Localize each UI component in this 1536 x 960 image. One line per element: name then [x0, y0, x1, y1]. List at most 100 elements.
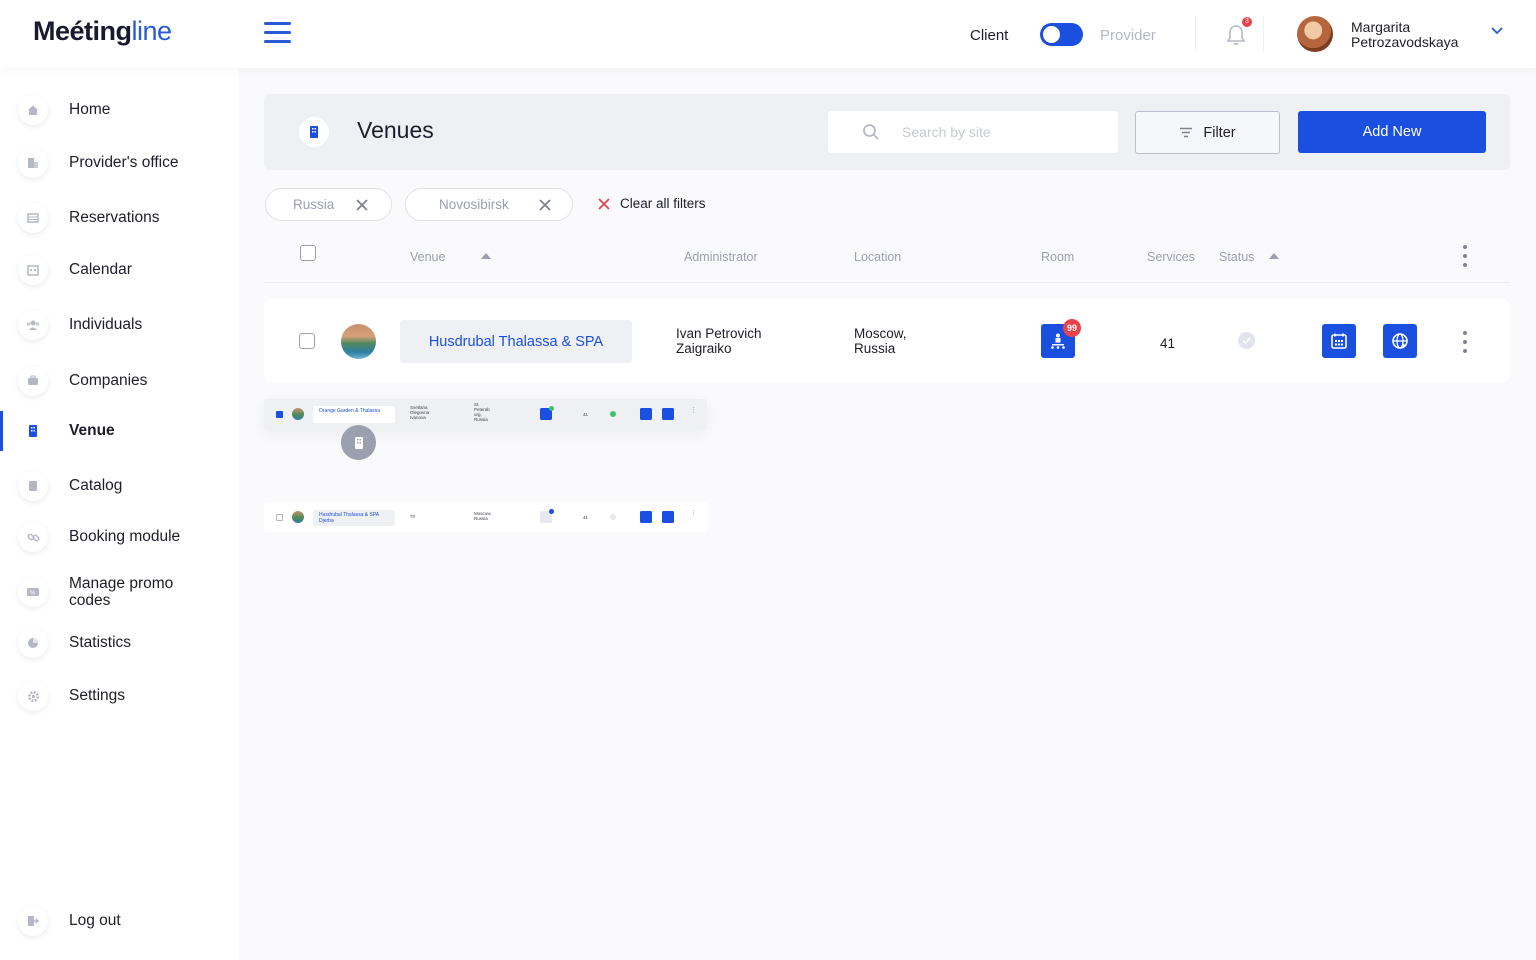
avatar[interactable] — [1297, 16, 1333, 52]
row-more-icon[interactable] — [1462, 331, 1468, 353]
services-count: 41 — [583, 412, 589, 417]
column-header-administrator: Administrator — [684, 250, 758, 264]
venue-icon — [354, 436, 363, 449]
notification-badge: 3 — [1242, 17, 1252, 27]
services-count: 41 — [583, 515, 589, 520]
globe-icon — [1392, 333, 1408, 349]
role-provider-label: Provider — [1100, 27, 1156, 44]
sidebar-item-catalog[interactable]: Catalog — [0, 466, 239, 506]
location-text: Moscow, Russia — [854, 326, 907, 356]
status-check-icon — [610, 514, 616, 520]
search-input[interactable] — [902, 122, 1102, 142]
venue-name-link[interactable]: Husdrubal Thalassa & SPA — [400, 320, 632, 363]
sort-icon[interactable] — [481, 253, 491, 259]
drag-preview-row[interactable]: Orange Garden & Thalassa Svetlana Olegov… — [264, 399, 707, 430]
select-all-checkbox[interactable] — [300, 245, 316, 261]
role-toggle[interactable] — [1040, 23, 1083, 46]
divider — [1195, 16, 1196, 52]
close-icon[interactable] — [539, 199, 551, 211]
venue-name-link: Orange Garden & Thalassa — [313, 406, 395, 423]
room-icon — [1051, 333, 1065, 349]
column-header-status[interactable]: Status — [1219, 250, 1254, 264]
menu-icon[interactable] — [264, 22, 291, 44]
location-text: St. Peterab urg, Russia — [474, 402, 490, 422]
sidebar-item-providers-office[interactable]: Provider's office — [0, 143, 239, 183]
drag-handle[interactable] — [341, 425, 376, 460]
administrator-name: Ivan Petrovich Zaigraiko — [676, 326, 762, 356]
website-button[interactable] — [1383, 324, 1417, 358]
administrator-name: 70 — [410, 514, 416, 519]
sidebar-item-statistics[interactable]: Statistics — [0, 623, 239, 663]
svg-text:%: % — [30, 591, 36, 597]
gear-icon — [18, 681, 48, 711]
more-icon[interactable] — [1462, 245, 1468, 267]
page-title: Venues — [357, 117, 434, 143]
link-icon — [18, 522, 48, 552]
close-icon — [598, 197, 610, 210]
promo-icon: % — [18, 577, 48, 607]
search-box[interactable] — [828, 111, 1118, 153]
filter-chip-russia: Russia — [265, 188, 392, 221]
calendar-icon — [1331, 333, 1347, 349]
sidebar-item-venue[interactable]: Venue — [0, 411, 239, 451]
sidebar-item-companies[interactable]: Companies — [0, 361, 239, 401]
pie-chart-icon — [18, 628, 48, 658]
close-icon[interactable] — [356, 199, 368, 211]
logout-icon — [18, 906, 48, 936]
more-icon: ⋮ — [690, 510, 697, 517]
venue-thumbnail — [341, 324, 376, 359]
row-checkbox — [276, 514, 283, 521]
column-header-services: Services — [1147, 250, 1195, 264]
website-button — [662, 511, 674, 523]
column-header-room: Room — [1041, 250, 1075, 264]
sort-icon[interactable] — [1269, 253, 1279, 259]
catalog-icon — [18, 471, 48, 501]
user-name[interactable]: Margarita Petrozavodskaya — [1351, 20, 1481, 50]
status-check-icon[interactable] — [1238, 332, 1255, 349]
sidebar-item-individuals[interactable]: Individuals — [0, 305, 239, 345]
companies-icon — [18, 366, 48, 396]
top-header: Meétingline Client Provider 3 Margarita… — [0, 0, 1536, 68]
sidebar-item-reservations[interactable]: Reservations — [0, 198, 239, 238]
search-icon — [863, 124, 879, 140]
website-button — [662, 408, 674, 420]
filter-icon — [1180, 127, 1193, 138]
sidebar-item-calendar[interactable]: Calendar — [0, 250, 239, 290]
divider — [264, 282, 1510, 283]
sidebar-item-settings[interactable]: Settings — [0, 676, 239, 716]
row-checkbox-checked — [276, 411, 283, 418]
venue-icon — [18, 416, 48, 446]
venue-icon — [299, 117, 329, 147]
calendar-icon — [18, 255, 48, 285]
clear-all-filters-button[interactable]: Clear all filters — [598, 196, 706, 211]
add-new-button[interactable]: Add New — [1298, 111, 1486, 153]
room-count-badge: 99 — [1063, 319, 1081, 337]
services-count: 41 — [1160, 336, 1176, 351]
column-header-location: Location — [854, 250, 902, 264]
calendar-button[interactable] — [1322, 324, 1356, 358]
location-text: Moscow, Russia — [474, 511, 492, 521]
bell-icon[interactable] — [1226, 24, 1246, 46]
role-client-label: Client — [970, 27, 1009, 44]
venue-name-link: Husdrubal Thalassa & SPA Djerba — [313, 510, 395, 526]
sidebar-item-promo-codes[interactable]: % Manage promo codes — [0, 572, 239, 612]
administrator-name: Svetlana Olegovna Ivanova — [410, 405, 430, 420]
logo[interactable]: Meétingline — [33, 16, 172, 47]
row-checkbox[interactable] — [299, 333, 315, 349]
column-header-venue[interactable]: Venue — [410, 250, 445, 264]
room-button — [540, 509, 554, 523]
room-button — [540, 406, 554, 420]
venue-thumbnail — [292, 511, 304, 523]
calendar-button — [640, 408, 652, 420]
chevron-down-icon[interactable] — [1490, 26, 1504, 36]
status-check-icon — [610, 411, 616, 417]
sidebar-item-home[interactable]: Home — [0, 90, 239, 130]
divider — [1263, 16, 1264, 52]
office-icon — [18, 148, 48, 178]
logout-button[interactable]: Log out — [0, 901, 239, 941]
active-indicator — [0, 411, 3, 451]
more-icon: ⋮ — [690, 407, 697, 414]
filter-button[interactable]: Filter — [1135, 111, 1280, 154]
sidebar-item-booking-module[interactable]: Booking module — [0, 517, 239, 557]
ghost-row: Husdrubal Thalassa & SPA Djerba 70 Mosco… — [264, 502, 707, 532]
